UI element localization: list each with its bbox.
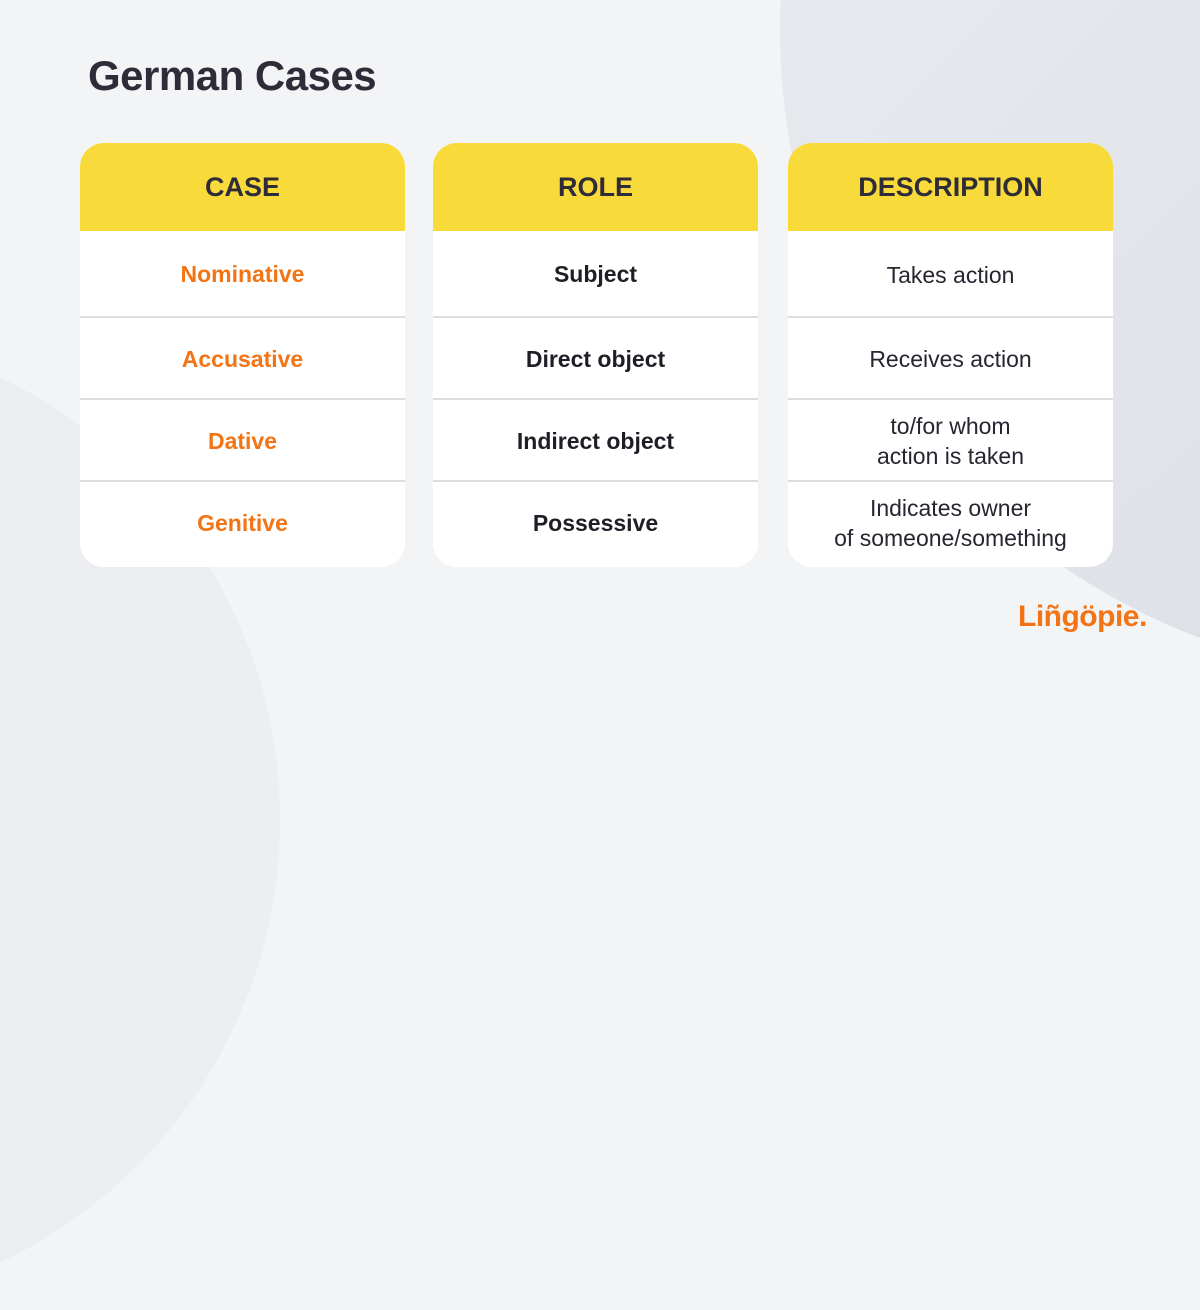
table-row: Takes action: [788, 231, 1113, 316]
role-name: Direct object: [525, 345, 666, 372]
table-row: Indirect object: [433, 398, 758, 480]
description-column-card: DESCRIPTION Takes action Receives action…: [788, 143, 1113, 567]
role-name: Possessive: [532, 509, 659, 536]
description-line: Indicates owner: [869, 495, 1032, 521]
case-name: Genitive: [197, 509, 288, 536]
table-row: Subject: [433, 231, 758, 316]
description-text: Takes action: [887, 260, 1015, 290]
table-row: to/for whom action is taken: [788, 398, 1113, 480]
role-name: Subject: [553, 261, 638, 287]
column-header-case: CASE: [80, 143, 405, 231]
page-title: German Cases: [88, 52, 377, 99]
case-column-card: CASE Nominative Accusative Dative Geniti…: [80, 143, 405, 567]
column-header-role: ROLE: [433, 143, 758, 231]
description-line: of someone/something: [834, 525, 1067, 551]
table-row: Direct object: [433, 316, 758, 398]
table-row: Receives action: [788, 316, 1113, 398]
table-row: Accusative: [80, 316, 405, 398]
table-row: Genitive: [80, 480, 405, 562]
description-text: Receives action: [869, 344, 1031, 374]
case-name: Dative: [207, 427, 278, 454]
case-name: Accusative: [181, 345, 304, 372]
table-row: Indicates owner of someone/something: [788, 480, 1113, 562]
role-column-card: ROLE Subject Direct object Indirect obje…: [433, 143, 758, 567]
description-text: Indicates owner of someone/something: [834, 493, 1067, 553]
description-text: to/for whom action is taken: [877, 411, 1024, 471]
role-name: Indirect object: [516, 427, 675, 454]
description-line: Takes action: [886, 261, 1015, 288]
case-name: Nominative: [180, 261, 305, 287]
description-line: Receives action: [869, 346, 1032, 372]
description-line: action is taken: [876, 443, 1025, 469]
table-row: Dative: [80, 398, 405, 480]
table-row: Possessive: [433, 480, 758, 562]
description-line: to/for whom: [890, 413, 1011, 439]
table-row: Nominative: [80, 231, 405, 316]
column-header-description: DESCRIPTION: [788, 143, 1113, 231]
lingopie-logo: Liñgöpie.: [1018, 600, 1147, 633]
